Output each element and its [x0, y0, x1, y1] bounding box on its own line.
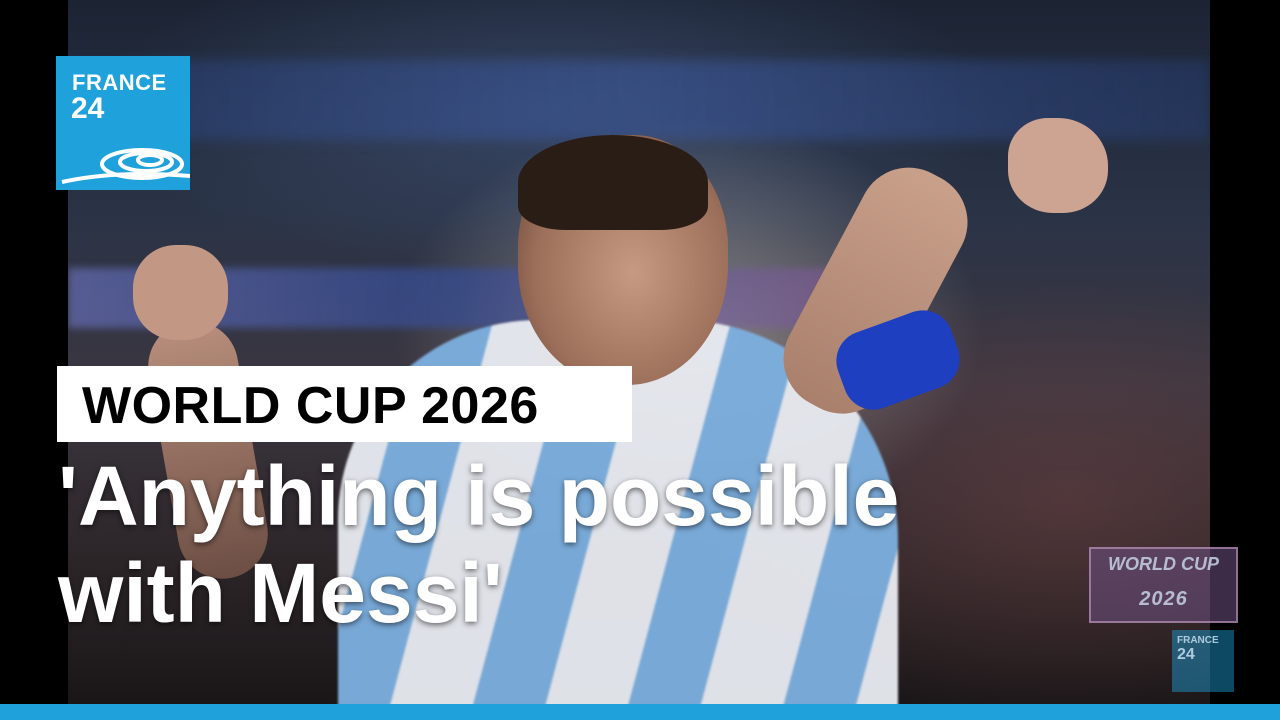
headline-line1: 'Anything is possible [58, 449, 900, 543]
brand-bottom-bar [0, 704, 1280, 720]
logo-swirl-icon [61, 148, 190, 184]
player-hair [518, 135, 708, 230]
france24-watermark-logo: FRANCE 24 [1172, 630, 1234, 692]
watermark-line1: FRANCE [1177, 635, 1219, 646]
france24-logo: FRANCE 24 [56, 56, 190, 190]
headline-line2: with Messi' [58, 546, 503, 640]
player-left-fist [133, 245, 228, 340]
world-cup-badge: WORLD CUP 2026 [1089, 547, 1238, 623]
player-right-fist [1008, 118, 1108, 213]
kicker-text: WORLD CUP 2026 [82, 377, 539, 435]
badge-line2: 2026 [1139, 588, 1188, 610]
headline: 'Anything is possible with Messi' [58, 448, 1058, 642]
badge-line1: WORLD CUP [1108, 554, 1219, 574]
kicker-banner: WORLD CUP 2026 [57, 366, 632, 442]
watermark-line2: 24 [1177, 646, 1195, 663]
